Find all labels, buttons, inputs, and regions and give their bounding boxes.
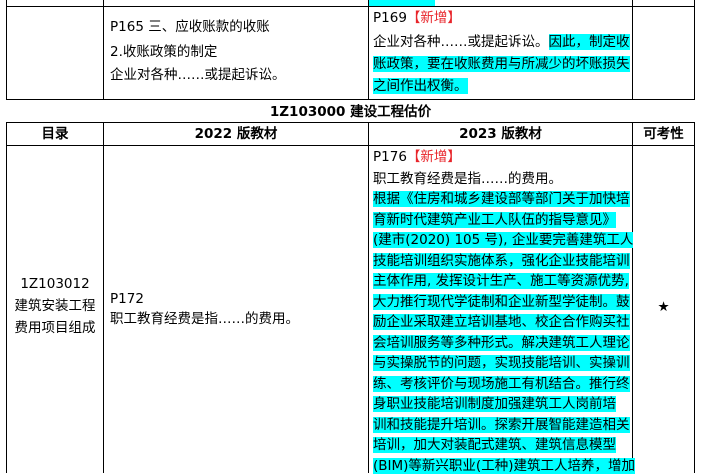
exam-rating-star: ★ bbox=[633, 296, 694, 318]
new-page-ref: P169【新增】 bbox=[373, 7, 461, 29]
grid-line bbox=[694, 122, 695, 473]
old-heading: P165 三、应收账款的收账 bbox=[110, 16, 270, 38]
new-highlighted-line: 根据《住房和城乡建设部等部门关于加快培 bbox=[373, 189, 630, 210]
new-highlighted-line: (建市(2020) 105 号), 企业要完善建筑工人 bbox=[373, 230, 633, 251]
highlighted-text: 身职业技能培训制度加强建筑工人岗前培 bbox=[373, 396, 616, 412]
catalog-name-line1: 建筑安装工程 bbox=[6, 295, 104, 317]
new-highlighted-line: 训和技能提升培训。探索开展智能建造相关 bbox=[373, 415, 630, 436]
grid-line bbox=[632, 0, 633, 100]
plain-text: 企业对各种……或提起诉讼。 bbox=[373, 34, 549, 50]
section-title: 1Z103000 建设工程估价 bbox=[6, 101, 695, 123]
highlighted-text: 与实操脱节的问题，实现技能培训、实操训 bbox=[373, 355, 630, 371]
new-highlighted-line: 会培训服务等多种形式。解决建筑工人理论 bbox=[373, 333, 630, 354]
grid-line bbox=[6, 99, 695, 100]
catalog-code: 1Z103012 bbox=[6, 273, 104, 295]
highlighted-text: 技能培训组织实施体系，强化企业技能培训 bbox=[373, 253, 630, 269]
highlighted-text: 练、考核评价与现场施工有机结合。推行终 bbox=[373, 376, 630, 392]
header-catalog: 目录 bbox=[6, 123, 104, 145]
page-number: P169 bbox=[373, 10, 407, 26]
highlighted-text: 账政策，要在收账费用与所减少的坏账损失 bbox=[373, 56, 630, 72]
grid-line bbox=[368, 0, 369, 100]
highlighted-text: (建市(2020) 105 号), 企业要完善建筑工人 bbox=[373, 232, 633, 248]
page-number: P176 bbox=[373, 149, 407, 165]
grid-line bbox=[6, 145, 695, 146]
catalog-name-line2: 费用项目组成 bbox=[6, 317, 104, 339]
grid-line bbox=[694, 0, 695, 100]
highlighted-text: 会培训服务等多种形式。解决建筑工人理论 bbox=[373, 335, 630, 351]
highlighted-text: 主体作用, 发挥设计生产、施工等资源优势, bbox=[373, 273, 629, 289]
grid-line bbox=[6, 0, 7, 100]
new-highlighted-line: 主体作用, 发挥设计生产、施工等资源优势, bbox=[373, 271, 629, 292]
old-text: 职工教育经费是指……的费用。 bbox=[110, 308, 299, 330]
old-page-ref: P172 bbox=[110, 288, 144, 310]
highlighted-text: 培训，加大对装配式建筑、建筑信息模型 bbox=[373, 437, 616, 453]
new-highlighted-line: 技能培训组织实施体系，强化企业技能培训 bbox=[373, 251, 630, 272]
grid-line bbox=[368, 122, 369, 473]
new-page-ref: P176【新增】 bbox=[373, 146, 461, 168]
highlighted-text: 因此，制定收 bbox=[549, 34, 630, 50]
highlighted-text: 根据《住房和城乡建设部等部门关于加快培 bbox=[373, 191, 630, 207]
new-highlighted-line: 大力推行现代学徒制和企业新型学徒制。鼓 bbox=[373, 292, 630, 313]
new-text-line: 企业对各种……或提起诉讼。因此，制定收 bbox=[373, 31, 630, 53]
new-highlighted-line: 与实操脱节的问题，实现技能培训、实操训 bbox=[373, 353, 630, 374]
new-highlighted-line: 育新时代建筑产业工人队伍的指导意见》 bbox=[373, 210, 616, 231]
highlighted-text: 励企业采取建立培训基地、校企合作购买社 bbox=[373, 314, 630, 330]
new-highlighted-line: 培训，加大对装配式建筑、建筑信息模型 bbox=[373, 435, 616, 456]
highlighted-text: 育新时代建筑产业工人队伍的指导意见》 bbox=[373, 212, 616, 228]
new-tag: 【新增】 bbox=[407, 149, 461, 165]
new-text-line: 账政策，要在收账费用与所减少的坏账损失 bbox=[373, 53, 630, 75]
new-tag: 【新增】 bbox=[407, 10, 461, 26]
new-text-line: 之间作出权衡。 bbox=[373, 75, 468, 97]
header-exam: 可考性 bbox=[633, 123, 694, 145]
old-subheading: 2.收账政策的制定 bbox=[110, 41, 217, 63]
highlighted-text: 训和技能提升培训。探索开展智能建造相关 bbox=[373, 417, 630, 433]
grid-line bbox=[103, 0, 104, 100]
highlighted-text: 之间作出权衡。 bbox=[373, 78, 468, 94]
old-text: 企业对各种……或提起诉讼。 bbox=[110, 64, 286, 86]
new-plain-text: 职工教育经费是指……的费用。 bbox=[373, 168, 562, 190]
header-2023: 2023 版教材 bbox=[369, 123, 632, 145]
new-highlighted-line: 身职业技能培训制度加强建筑工人岗前培 bbox=[373, 394, 616, 415]
new-highlighted-line: 励企业采取建立培训基地、校企合作购买社 bbox=[373, 312, 630, 333]
header-2022: 2022 版教材 bbox=[104, 123, 368, 145]
grid-line bbox=[6, 6, 695, 7]
highlighted-text: (BIM)等新兴职业(工种)建筑工人培养，增加 bbox=[373, 458, 635, 474]
new-highlighted-line: 练、考核评价与现场施工有机结合。推行终 bbox=[373, 374, 630, 395]
highlighted-text: 大力推行现代学徒制和企业新型学徒制。鼓 bbox=[373, 294, 630, 310]
